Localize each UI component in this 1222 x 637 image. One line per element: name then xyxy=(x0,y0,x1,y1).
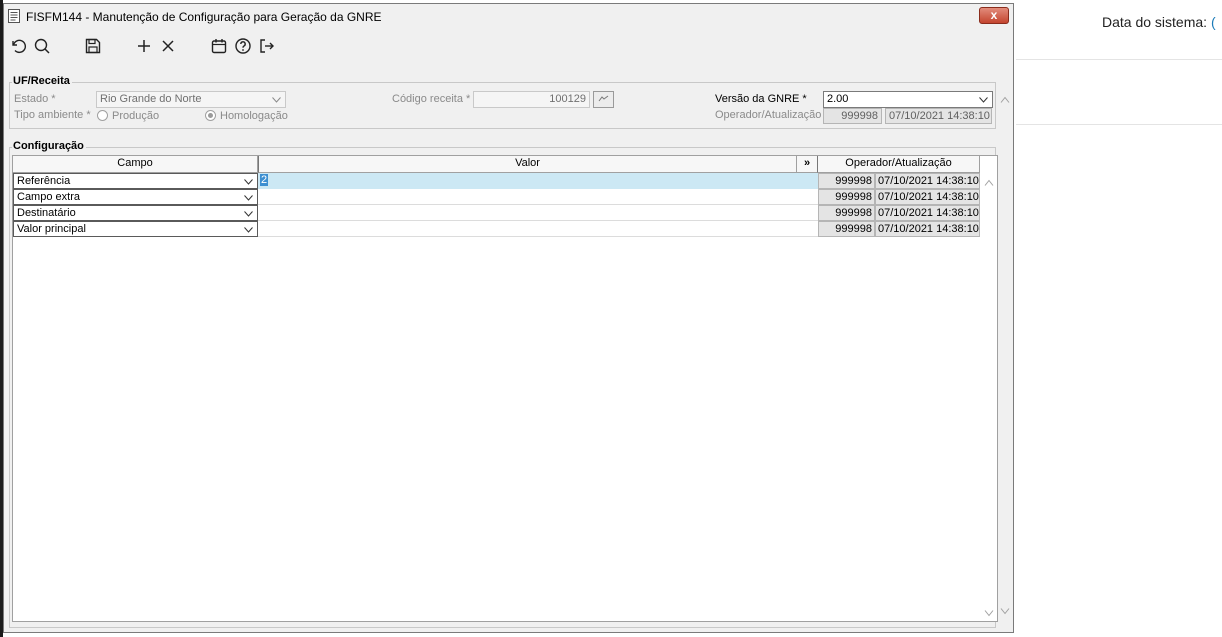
divider xyxy=(1016,59,1222,60)
add-icon xyxy=(138,40,150,52)
save-button[interactable] xyxy=(83,36,103,56)
valor-value: 2 xyxy=(260,174,269,186)
help-icon xyxy=(235,38,251,54)
chevron-down-icon xyxy=(244,179,253,185)
campo-value: Campo extra xyxy=(17,191,80,203)
column-header-operador[interactable]: Operador/Atualização xyxy=(818,156,980,173)
row-atualizacao: 07/10/2021 14:38:10 xyxy=(875,205,980,221)
system-date-label: Data do sistema: xyxy=(1102,14,1208,30)
grid-scrollbar[interactable] xyxy=(981,173,997,621)
row-atualizacao: 07/10/2021 14:38:10 xyxy=(875,221,980,237)
undo-icon xyxy=(12,39,27,53)
versao-gnre-value: 2.00 xyxy=(827,93,849,105)
scroll-down-icon[interactable] xyxy=(1000,607,1010,615)
system-date: Data do sistema: ( xyxy=(1102,14,1216,30)
calendar-icon xyxy=(211,39,227,54)
add-button[interactable] xyxy=(134,36,154,56)
campo-value: Destinatário xyxy=(17,207,76,219)
divider xyxy=(1016,124,1222,125)
uf-receita-title: UF/Receita xyxy=(12,75,72,87)
operador-atualizacao-label: Operador/Atualização xyxy=(715,109,822,121)
atualizacao-field: 07/10/2021 14:38:10 xyxy=(885,108,992,124)
tipo-ambiente-label: Tipo ambiente * xyxy=(14,109,91,121)
title-bar[interactable]: FISFM144 - Manutenção de Configuração pa… xyxy=(4,4,1013,29)
valor-input[interactable] xyxy=(258,221,818,237)
scroll-down-icon[interactable] xyxy=(984,609,994,617)
campo-select[interactable]: Campo extra xyxy=(13,189,258,205)
chevron-down-icon xyxy=(244,227,253,233)
fisfm144-window: FISFM144 - Manutenção de Configuração pa… xyxy=(3,3,1014,633)
table-row-highlight xyxy=(258,173,818,189)
campo-value: Valor principal xyxy=(17,223,86,235)
campo-select[interactable]: Destinatário xyxy=(13,205,258,221)
row-operador: 999998 xyxy=(818,173,875,189)
configuracao-grid: Campo Valor » Operador/Atualização Refer… xyxy=(12,155,998,622)
codigo-receita-label: Código receita * xyxy=(392,93,471,105)
column-header-valor[interactable]: Valor xyxy=(258,156,797,173)
row-operador: 999998 xyxy=(818,221,875,237)
search-icon xyxy=(34,38,50,54)
versao-gnre-select[interactable]: 2.00 xyxy=(823,91,993,108)
delete-button[interactable] xyxy=(158,36,178,56)
valor-input[interactable]: 2 xyxy=(260,174,269,188)
versao-gnre-label: Versão da GNRE * xyxy=(715,93,807,105)
calendar-button[interactable] xyxy=(209,36,229,56)
scroll-up-icon[interactable] xyxy=(1000,96,1010,104)
lookup-icon xyxy=(598,95,609,102)
producao-label: Produção xyxy=(112,110,160,122)
exit-button[interactable] xyxy=(257,36,277,56)
close-button[interactable]: x xyxy=(979,7,1009,24)
chevron-down-icon xyxy=(979,97,988,103)
help-button[interactable] xyxy=(233,36,253,56)
exit-icon xyxy=(260,39,274,53)
lookup-button[interactable] xyxy=(593,91,614,108)
homologacao-radio[interactable] xyxy=(205,110,216,121)
configuracao-title: Configuração xyxy=(12,140,86,152)
homologacao-label: Homologação xyxy=(220,110,288,122)
toolbar xyxy=(4,30,1013,60)
valor-input[interactable] xyxy=(258,189,818,205)
row-atualizacao: 07/10/2021 14:38:10 xyxy=(875,173,980,189)
window-title: FISFM144 - Manutenção de Configuração pa… xyxy=(26,10,382,24)
column-header-campo[interactable]: Campo xyxy=(13,156,258,173)
row-operador: 999998 xyxy=(818,205,875,221)
row-operador: 999998 xyxy=(818,189,875,205)
document-icon xyxy=(8,9,20,23)
campo-select[interactable]: Valor principal xyxy=(13,221,258,237)
estado-value: Rio Grande do Norte xyxy=(100,93,202,105)
estado-label: Estado * xyxy=(14,93,56,105)
campo-select[interactable]: Referência xyxy=(13,173,258,189)
estado-select[interactable]: Rio Grande do Norte xyxy=(96,91,286,108)
row-atualizacao: 07/10/2021 14:38:10 xyxy=(875,189,980,205)
codigo-receita-field[interactable]: 100129 xyxy=(473,91,590,108)
save-icon xyxy=(85,38,101,54)
scroll-up-icon[interactable] xyxy=(984,179,994,187)
valor-input[interactable] xyxy=(258,205,818,221)
system-date-value: ( xyxy=(1210,14,1216,30)
undo-button[interactable] xyxy=(8,36,28,56)
chevron-down-icon xyxy=(244,211,253,217)
campo-value: Referência xyxy=(17,175,71,187)
operador-field: 999998 xyxy=(823,108,882,124)
chevron-down-icon xyxy=(272,97,281,103)
chevron-down-icon xyxy=(244,195,253,201)
search-button[interactable] xyxy=(32,36,52,56)
producao-radio[interactable] xyxy=(97,110,108,121)
delete-icon xyxy=(162,40,174,52)
expand-columns-button[interactable]: » xyxy=(797,156,818,173)
